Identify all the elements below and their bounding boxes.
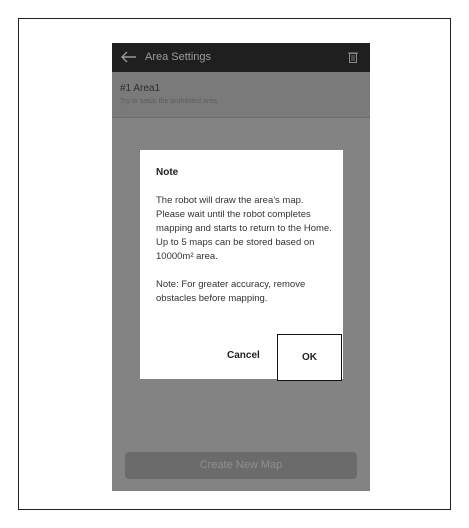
create-new-map-button[interactable]: Create New Map [125,452,357,479]
area-header: #1 Area1 Try to setup the prohibited are… [112,72,370,118]
ok-button[interactable]: OK [277,334,342,381]
back-arrow-icon[interactable] [121,51,137,63]
trash-icon[interactable] [348,51,358,63]
area-hint: Try to setup the prohibited area. [120,98,219,105]
title-bar: Area Settings [112,43,370,72]
dialog-title: Note [156,167,179,178]
dialog-paragraph-1: The robot will draw the area's map. Plea… [156,195,332,262]
dialog-paragraph-2: Note: For greater accuracy, remove obsta… [156,279,306,304]
cancel-button[interactable]: Cancel [227,350,260,361]
dialog-message: The robot will draw the area's map. Plea… [156,194,334,330]
area-name: #1 Area1 [120,83,161,94]
page-title: Area Settings [145,51,212,63]
ok-button-label: OK [302,352,317,363]
